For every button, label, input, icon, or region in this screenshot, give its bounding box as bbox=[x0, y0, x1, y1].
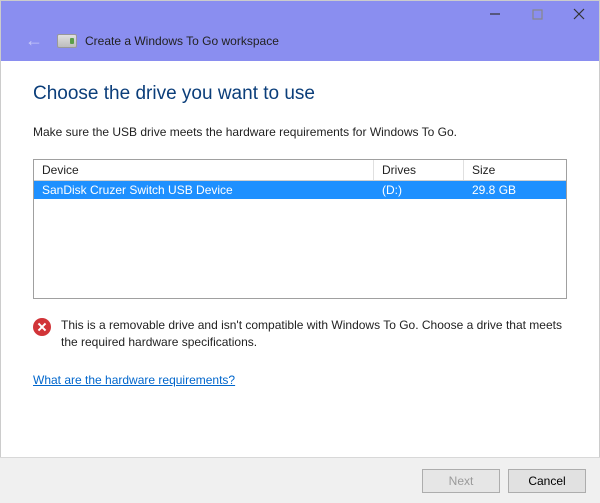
column-header-drives[interactable]: Drives bbox=[374, 160, 464, 180]
error-icon bbox=[33, 318, 51, 336]
close-button[interactable] bbox=[567, 5, 591, 23]
cell-drives: (D:) bbox=[374, 181, 464, 199]
drive-icon bbox=[57, 34, 77, 48]
drive-table: Device Drives Size SanDisk Cruzer Switch… bbox=[33, 159, 567, 299]
warning-panel: This is a removable drive and isn't comp… bbox=[33, 317, 567, 351]
table-row[interactable]: SanDisk Cruzer Switch USB Device (D:) 29… bbox=[34, 181, 566, 199]
column-header-size[interactable]: Size bbox=[464, 160, 566, 180]
page-heading: Choose the drive you want to use bbox=[33, 83, 567, 105]
minimize-button[interactable] bbox=[483, 5, 507, 23]
cell-device: SanDisk Cruzer Switch USB Device bbox=[34, 181, 374, 199]
hardware-requirements-link[interactable]: What are the hardware requirements? bbox=[33, 373, 235, 387]
table-header-row: Device Drives Size bbox=[34, 160, 566, 181]
cancel-button[interactable]: Cancel bbox=[508, 469, 586, 493]
footer-bar: Next Cancel bbox=[0, 457, 600, 503]
column-header-device[interactable]: Device bbox=[34, 160, 374, 180]
content-area: Choose the drive you want to use Make su… bbox=[1, 61, 599, 387]
back-arrow-icon: ← bbox=[25, 30, 43, 51]
cell-size: 29.8 GB bbox=[464, 181, 566, 199]
warning-text: This is a removable drive and isn't comp… bbox=[61, 317, 567, 351]
title-bar: ← Create a Windows To Go workspace bbox=[1, 1, 599, 61]
window-title: Create a Windows To Go workspace bbox=[85, 34, 279, 48]
next-button[interactable]: Next bbox=[422, 469, 500, 493]
maximize-button[interactable] bbox=[525, 5, 549, 23]
page-subheading: Make sure the USB drive meets the hardwa… bbox=[33, 125, 567, 139]
